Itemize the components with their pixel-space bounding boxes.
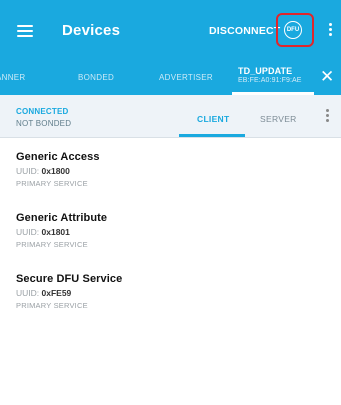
- tab-server[interactable]: SERVER: [260, 114, 297, 124]
- hamburger-menu-icon[interactable]: [17, 25, 33, 37]
- overflow-menu-icon[interactable]: [329, 23, 333, 39]
- status-overflow-menu-icon[interactable]: [326, 109, 329, 124]
- tab-advertiser[interactable]: ADVERTISER: [159, 73, 213, 82]
- list-item[interactable]: Secure DFU Service UUID: 0xFE59 PRIMARY …: [16, 273, 316, 310]
- dfu-icon-label: DFU: [286, 27, 300, 33]
- tab-client[interactable]: CLIENT: [197, 114, 230, 124]
- app-bar: Devices DISCONNECT DFU: [0, 0, 341, 62]
- disconnect-button[interactable]: DISCONNECT: [209, 25, 280, 37]
- connection-status-bar: CONNECTED NOT BONDED CLIENT SERVER: [0, 95, 341, 138]
- dfu-icon[interactable]: DFU: [284, 21, 302, 39]
- service-uuid: UUID: 0x1801: [16, 227, 70, 237]
- bond-state: NOT BONDED: [16, 119, 72, 128]
- service-name: Secure DFU Service: [16, 273, 123, 285]
- service-uuid: UUID: 0x1800: [16, 166, 70, 176]
- tab-bonded[interactable]: BONDED: [78, 73, 114, 82]
- app-title: Devices: [62, 22, 121, 39]
- list-item[interactable]: Generic Access UUID: 0x1800 PRIMARY SERV…: [16, 151, 316, 188]
- service-type: PRIMARY SERVICE: [16, 179, 88, 188]
- service-type: PRIMARY SERVICE: [16, 301, 88, 310]
- tab-scanner[interactable]: ANNER: [0, 73, 26, 82]
- service-type: PRIMARY SERVICE: [16, 240, 88, 249]
- close-icon[interactable]: ✕: [320, 68, 334, 85]
- connection-state: CONNECTED: [16, 107, 69, 116]
- tab-device[interactable]: TD_UPDATE EB:FE:A0:91:F9:AE: [238, 66, 302, 84]
- service-uuid: UUID: 0xFE59: [16, 288, 72, 298]
- list-item[interactable]: Generic Attribute UUID: 0x1801 PRIMARY S…: [16, 212, 316, 249]
- device-tab-bar: ANNER BONDED ADVERTISER TD_UPDATE EB:FE:…: [0, 62, 341, 95]
- device-address: EB:FE:A0:91:F9:AE: [238, 77, 302, 84]
- subtab-selected-indicator: [179, 134, 245, 137]
- service-name: Generic Attribute: [16, 212, 108, 224]
- service-name: Generic Access: [16, 151, 100, 163]
- device-name: TD_UPDATE: [238, 66, 293, 76]
